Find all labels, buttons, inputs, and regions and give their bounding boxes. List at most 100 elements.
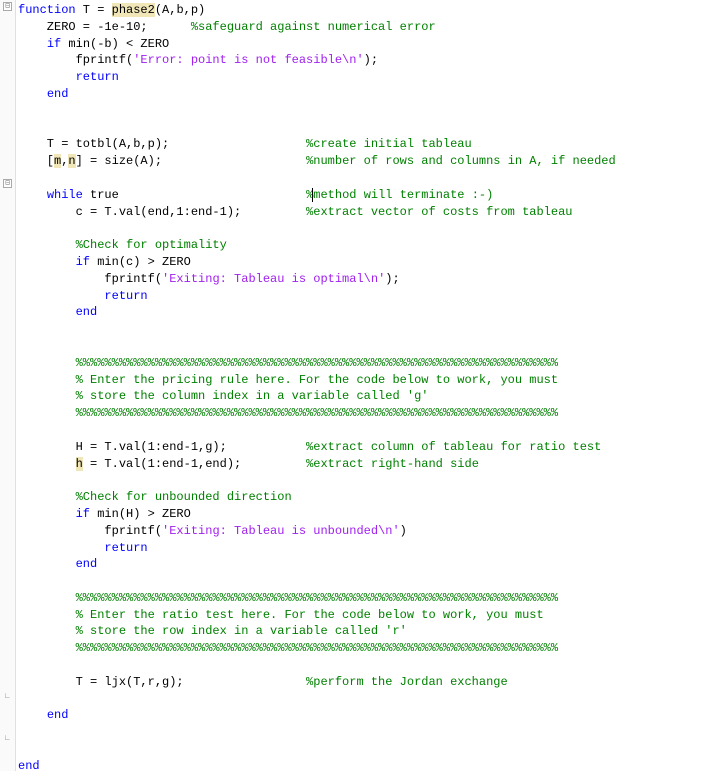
code-line[interactable] <box>18 691 717 708</box>
text-token: = T.val(1:end-1,end); <box>83 457 306 471</box>
code-line[interactable]: fprintf('Exiting: Tableau is unbounded\n… <box>18 523 717 540</box>
code-line[interactable]: %Check for optimality <box>18 237 717 254</box>
fold-icon[interactable]: ⊟ <box>3 179 12 188</box>
text-token <box>18 457 76 471</box>
code-line[interactable]: % Enter the ratio test here. For the cod… <box>18 607 717 624</box>
text-token <box>18 541 104 555</box>
comment-token: %%%%%%%%%%%%%%%%%%%%%%%%%%%%%%%%%%%%%%%%… <box>76 356 558 370</box>
code-line[interactable]: end <box>18 556 717 573</box>
code-line[interactable] <box>18 321 717 338</box>
text-token: [ <box>18 154 54 168</box>
code-line[interactable]: %%%%%%%%%%%%%%%%%%%%%%%%%%%%%%%%%%%%%%%%… <box>18 355 717 372</box>
highlight-token: h <box>76 457 83 471</box>
code-line[interactable]: function T = phase2(A,b,p) <box>18 2 717 19</box>
comment-token: % Enter the pricing rule here. For the c… <box>76 373 558 387</box>
code-line[interactable]: if min(H) > ZERO <box>18 506 717 523</box>
comment-token: % store the row index in a variable call… <box>76 624 407 638</box>
code-line[interactable]: end <box>18 304 717 321</box>
code-line[interactable]: % store the column index in a variable c… <box>18 388 717 405</box>
keyword-token: end <box>76 305 98 319</box>
code-line[interactable]: if min(c) > ZERO <box>18 254 717 271</box>
code-line[interactable] <box>18 103 717 120</box>
code-line[interactable]: end <box>18 758 717 771</box>
keyword-token: end <box>47 708 69 722</box>
code-line[interactable]: %Check for unbounded direction <box>18 489 717 506</box>
code-line[interactable]: return <box>18 69 717 86</box>
code-line[interactable]: end <box>18 86 717 103</box>
text-token: T = ljx(T,r,g); <box>18 675 306 689</box>
keyword-token: return <box>104 541 147 555</box>
text-token: T = totbl(A,b,p); <box>18 137 306 151</box>
code-line[interactable]: while true %method will terminate :-) <box>18 187 717 204</box>
text-token <box>18 289 104 303</box>
keyword-token: end <box>18 759 40 771</box>
code-line[interactable]: h = T.val(1:end-1,end); %extract right-h… <box>18 456 717 473</box>
text-token <box>18 591 76 605</box>
code-line[interactable]: return <box>18 540 717 557</box>
fold-icon[interactable]: ⊟ <box>3 2 12 11</box>
code-line[interactable]: %%%%%%%%%%%%%%%%%%%%%%%%%%%%%%%%%%%%%%%%… <box>18 405 717 422</box>
code-line[interactable]: end <box>18 707 717 724</box>
text-token <box>18 70 76 84</box>
keyword-token: if <box>76 507 90 521</box>
code-line[interactable] <box>18 120 717 137</box>
text-token <box>18 507 76 521</box>
text-token <box>18 389 76 403</box>
code-line[interactable]: T = ljx(T,r,g); %perform the Jordan exch… <box>18 674 717 691</box>
text-token: ] = size(A); <box>76 154 306 168</box>
code-line[interactable]: T = totbl(A,b,p); %create initial tablea… <box>18 136 717 153</box>
text-token: true <box>83 188 306 202</box>
comment-token: %extract right-hand side <box>306 457 479 471</box>
keyword-token: if <box>47 37 61 51</box>
code-line[interactable]: % store the row index in a variable call… <box>18 623 717 640</box>
code-line[interactable]: if min(-b) < ZERO <box>18 36 717 53</box>
code-line[interactable] <box>18 220 717 237</box>
code-line[interactable]: fprintf('Exiting: Tableau is optimal\n')… <box>18 271 717 288</box>
code-line[interactable] <box>18 724 717 741</box>
text-token <box>18 641 76 655</box>
code-line[interactable]: fprintf('Error: point is not feasible\n'… <box>18 52 717 69</box>
text-token <box>18 624 76 638</box>
code-area[interactable]: function T = phase2(A,b,p) ZERO = -1e-10… <box>16 0 717 771</box>
code-line[interactable]: % Enter the pricing rule here. For the c… <box>18 372 717 389</box>
code-line[interactable]: H = T.val(1:end-1,g); %extract column of… <box>18 439 717 456</box>
code-line[interactable] <box>18 741 717 758</box>
keyword-token: while <box>47 188 83 202</box>
code-line[interactable]: %%%%%%%%%%%%%%%%%%%%%%%%%%%%%%%%%%%%%%%%… <box>18 590 717 607</box>
text-token <box>18 255 76 269</box>
text-token: ); <box>385 272 399 286</box>
code-line[interactable]: [m,n] = size(A); %number of rows and col… <box>18 153 717 170</box>
code-line[interactable] <box>18 170 717 187</box>
fold-gutter: ⊟ ⊟ ∟ ∟ <box>0 0 16 771</box>
text-token: fprintf( <box>18 524 162 538</box>
text-token: min(H) > ZERO <box>90 507 191 521</box>
text-token: fprintf( <box>18 272 162 286</box>
text-token: ZERO = -1e-10; <box>18 20 191 34</box>
code-line[interactable]: c = T.val(end,1:end-1); %extract vector … <box>18 204 717 221</box>
code-line[interactable] <box>18 422 717 439</box>
code-line[interactable]: return <box>18 288 717 305</box>
comment-token: %create initial tableau <box>306 137 472 151</box>
code-line[interactable]: %%%%%%%%%%%%%%%%%%%%%%%%%%%%%%%%%%%%%%%%… <box>18 640 717 657</box>
code-line[interactable]: ZERO = -1e-10; %safeguard against numeri… <box>18 19 717 36</box>
code-line[interactable] <box>18 338 717 355</box>
code-line[interactable] <box>18 657 717 674</box>
fold-end-icon[interactable]: ∟ <box>3 734 12 743</box>
string-token: 'Error: point is not feasible\n' <box>133 53 363 67</box>
text-token <box>18 305 76 319</box>
code-line[interactable] <box>18 573 717 590</box>
code-line[interactable] <box>18 472 717 489</box>
comment-token: % store the column index in a variable c… <box>76 389 429 403</box>
comment-token: % Enter the ratio test here. For the cod… <box>76 608 544 622</box>
text-token: ) <box>400 524 407 538</box>
text-token: H = T.val(1:end-1,g); <box>18 440 306 454</box>
text-token <box>18 490 76 504</box>
text-token <box>18 557 76 571</box>
comment-token: %%%%%%%%%%%%%%%%%%%%%%%%%%%%%%%%%%%%%%%%… <box>76 591 558 605</box>
fold-end-icon[interactable]: ∟ <box>3 692 12 701</box>
keyword-token: if <box>76 255 90 269</box>
comment-token: %Check for unbounded direction <box>76 490 292 504</box>
highlight-token: n <box>68 154 75 168</box>
text-token <box>18 406 76 420</box>
keyword-token: return <box>76 70 119 84</box>
